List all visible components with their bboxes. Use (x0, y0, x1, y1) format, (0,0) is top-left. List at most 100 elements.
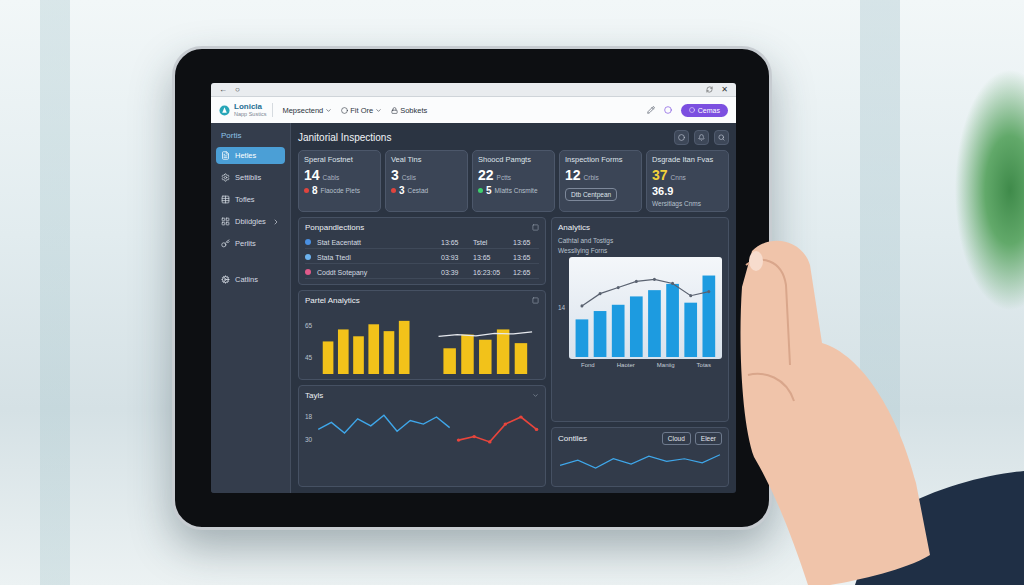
palm (741, 241, 931, 585)
panel-title: Partel Analytics (305, 296, 528, 305)
stat-value: 12 (565, 167, 581, 183)
sidebar-item-icon (221, 195, 230, 204)
edit-button[interactable] (647, 106, 655, 114)
stat-button[interactable]: Dtb Centpean (565, 188, 617, 201)
chart-line-point (671, 281, 674, 284)
chart-tick: 30 (305, 436, 312, 443)
chart-bar (444, 348, 456, 374)
table-cell: 16:23:05 (473, 269, 509, 276)
logo-subtitle: Napp Sustics (234, 111, 266, 117)
reload-button[interactable]: ○ (235, 86, 240, 94)
bar-line-chart (571, 259, 720, 357)
stat-value-row: 12Crbis (565, 167, 636, 183)
header-menu[interactable]: Sobkets (391, 106, 427, 115)
stat-value-row: 14Cabls (304, 167, 375, 183)
tablet-screen: ← ○ ✕ LoniclaNapp Sustics Mepsectend Fit Ore S… (211, 83, 736, 493)
chart-line-path (560, 455, 720, 468)
circle-icon (689, 107, 695, 113)
control-button[interactable]: Eleer (695, 432, 722, 445)
table-row[interactable]: Stata Ttedl03:9313:6513:65 (305, 252, 539, 264)
stat-sub-value: 3 (399, 185, 405, 196)
chart-bar (461, 334, 473, 373)
close-button[interactable]: ✕ (721, 86, 728, 94)
status-button[interactable] (664, 106, 672, 114)
stat-sub-row: 8Flaocde Piets (304, 185, 375, 196)
right-column: AnalyticsCathtal and TostigsWessliying F… (551, 217, 729, 487)
chart-bar (369, 324, 380, 374)
table-cell: 13:65 (441, 239, 469, 246)
left-column: PonpandlectionsStat Eacentatt13:65Tstel1… (298, 217, 546, 487)
chart-ticks: 6545 (305, 310, 312, 374)
hand (690, 225, 1024, 585)
status-dot (391, 188, 396, 193)
chart-ticks: 1830 (305, 405, 312, 451)
back-button[interactable]: ← (219, 86, 227, 94)
chart-line (439, 332, 533, 336)
stat-card[interactable]: Shoocd Pamgts22Pctts5Mlatts Cnsmite (472, 150, 555, 212)
sidebar-item-icon (221, 151, 230, 160)
pencil-icon (647, 106, 655, 114)
stat-card[interactable]: Inspection Forms12CrbisDtb Centpean (559, 150, 642, 212)
header-menu[interactable]: Fit Ore (341, 106, 382, 115)
chart-canvas (569, 257, 722, 359)
sidebar-item[interactable]: Dbiidgles (216, 213, 285, 230)
status-button[interactable] (674, 130, 689, 145)
sidebar-item[interactable]: Hetles (216, 147, 285, 164)
app-body: PortisHetlesSettiblisToflesDbiidglesPerl… (211, 123, 736, 493)
panel-header: Tayls (305, 390, 539, 402)
sidebar-item[interactable]: Settiblis (216, 169, 285, 186)
sidebar-item-icon (221, 173, 230, 182)
stat-title: Veal Tins (391, 156, 462, 165)
table-cell: 13:65 (513, 239, 539, 246)
panel-title: Ponpandlections (305, 223, 528, 232)
chart-bar (338, 329, 349, 374)
stat-sub-value: 5 (486, 185, 492, 196)
sidebar-item[interactable]: Tofles (216, 191, 285, 208)
chart-bar (323, 341, 334, 374)
chart-line-path (318, 415, 449, 433)
chart-bar (630, 296, 643, 357)
panel-header: ContllesCloudEleer (558, 432, 722, 445)
tablet: ← ○ ✕ LoniclaNapp Sustics Mepsectend Fit Ore S… (172, 46, 772, 530)
chart-line (560, 455, 720, 468)
table-row[interactable]: Stat Eacentatt13:65Tstel13:65 (305, 237, 539, 249)
search-icon (718, 134, 725, 141)
table-cell: 13:65 (513, 254, 539, 261)
expand-icon[interactable] (532, 297, 539, 304)
chevron-right-icon (272, 218, 280, 226)
panel-header: Partel Analytics (305, 295, 539, 307)
line-chart (558, 448, 722, 481)
chevron-down-icon[interactable] (532, 392, 539, 399)
chart-line-point (457, 438, 461, 441)
chart-line-point (599, 292, 602, 295)
chart-bar (594, 311, 607, 357)
table-row[interactable]: Coddt Sotepany03:3916:23:0512:65 (305, 267, 539, 279)
header-action-button[interactable]: Cemas (681, 104, 728, 117)
stat-sub-label: Cestad (408, 187, 429, 194)
chart-tick: 65 (305, 322, 312, 329)
row-icon (305, 269, 311, 275)
refresh-icon[interactable] (706, 86, 713, 93)
stat-card[interactable]: Veal Tins3Cslis3Cestad (385, 150, 468, 212)
control-button[interactable]: Cloud (662, 432, 691, 445)
sidebar-footer-item[interactable]: Catlins (216, 271, 285, 288)
search-button[interactable] (714, 130, 729, 145)
header-menu[interactable]: Mepsectend (282, 106, 332, 115)
stat-value-row: 37Cnns (652, 167, 723, 183)
x-axis-label: Fond (581, 362, 595, 368)
stat-card[interactable]: Dsgrade Itan Fvas37Cnns36.9Wersitlags Cn… (646, 150, 729, 212)
chart-row: 1830 (305, 405, 539, 451)
notifications-button[interactable] (694, 130, 709, 145)
stat-card[interactable]: Speral Fostnet14Cabls8Flaocde Piets (298, 150, 381, 212)
stats-row: Speral Fostnet14Cabls8Flaocde PietsVeal … (298, 150, 729, 212)
chart-line-point (535, 427, 539, 430)
stat-sub-row: 5Mlatts Cnsmite (478, 185, 549, 196)
panel-subtitle: Cathtal and Tostigs (558, 237, 722, 244)
table-cell: Tstel (473, 239, 509, 246)
sidebar-item[interactable]: Perlits (216, 235, 285, 252)
expand-icon[interactable] (532, 224, 539, 231)
stat-value-row: 22Pctts (478, 167, 549, 183)
logo[interactable]: LoniclaNapp Sustics (219, 103, 273, 118)
table-cell: 03:39 (441, 269, 469, 276)
chart-bar (685, 302, 698, 356)
